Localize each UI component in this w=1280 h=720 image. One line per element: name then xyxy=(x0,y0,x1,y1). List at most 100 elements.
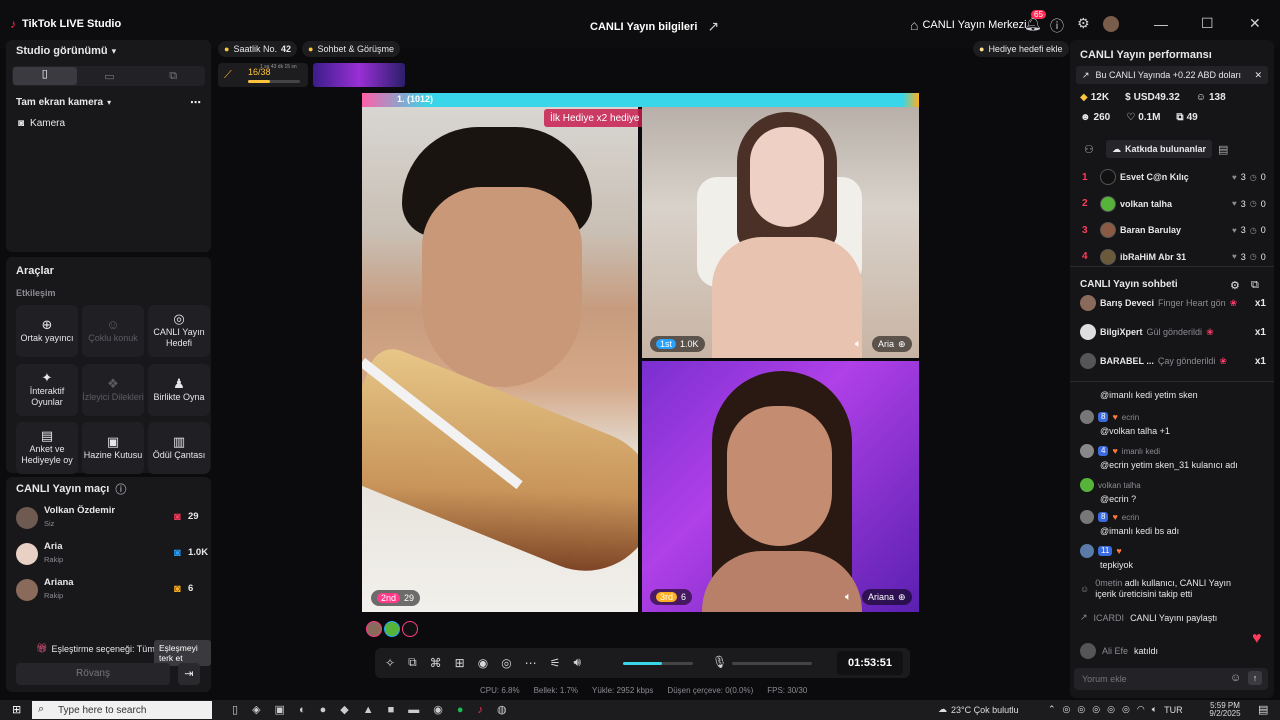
contributors-tab[interactable]: ☁ Katkıda bulunanlar xyxy=(1106,140,1213,158)
effects-icon[interactable]: ✧ xyxy=(385,656,395,670)
contributor-row[interactable]: 2 volkan talha ♥ 3 ◷ 0 xyxy=(1082,195,1268,212)
tray-icon[interactable]: ◎ xyxy=(1077,704,1085,715)
copilot-icon[interactable]: ◈ xyxy=(252,703,260,716)
tool-poll[interactable]: ▤ Anket ve Hediyeyle oy xyxy=(16,422,78,474)
microphone-icon[interactable]: 🎙︎ xyxy=(712,655,727,669)
volume-slider[interactable] xyxy=(623,662,693,665)
tiktok-taskbar-icon[interactable]: ♪ xyxy=(478,704,484,716)
tool-wishes[interactable]: ❖ İzleyici Dilekleri xyxy=(82,364,144,416)
avatar[interactable] xyxy=(384,621,400,637)
notification-bell[interactable]: 🔔︎ 65 xyxy=(1024,10,1046,32)
tool-game[interactable]: ✦ İnteraktif Oyunlar xyxy=(16,364,78,416)
top-viewers[interactable] xyxy=(366,621,418,637)
chevron-down-icon[interactable]: ▾ xyxy=(112,46,117,57)
chevron-down-icon[interactable]: ▾ xyxy=(107,98,111,107)
minimize-icon[interactable]: — xyxy=(1154,16,1168,32)
info-icon[interactable]: ⓘ xyxy=(115,481,126,497)
leave-match-button[interactable]: ⇥ xyxy=(178,663,200,685)
app-icon[interactable]: ▲ xyxy=(363,704,374,716)
wifi-icon[interactable]: ◠ xyxy=(1137,704,1145,715)
taskbar-search[interactable]: ⌕ Type here to search xyxy=(32,701,212,719)
popout-icon[interactable]: ⧉ xyxy=(1251,279,1259,292)
emoji-icon[interactable]: ☺ xyxy=(1230,672,1241,684)
progress-widget[interactable]: ⟋ 16/38 1 sa 43 dk 15 sn xyxy=(218,63,308,87)
add-gift-goal-chip[interactable]: ● Hediye hedefi ekle xyxy=(973,41,1069,57)
screen-capture-icon[interactable]: ⧉ xyxy=(408,655,417,670)
mic-slider[interactable] xyxy=(732,662,812,665)
chrome-icon[interactable]: ◉ xyxy=(433,703,443,716)
camera-toggle-icon[interactable]: ◎ xyxy=(501,656,511,670)
store-icon[interactable]: ▣ xyxy=(275,703,285,716)
add-source-icon[interactable]: ⊞ xyxy=(455,656,465,670)
settings-gear-icon[interactable]: ⚙ xyxy=(1077,15,1090,32)
tool-multi-guest[interactable]: ☺ Çoklu konuk xyxy=(82,305,144,357)
tool-goal[interactable]: ◎ CANLI Yayın Hedefi xyxy=(148,305,210,357)
tool-treasure[interactable]: ▣ Hazine Kutusu xyxy=(82,422,144,474)
ariana-name-pill[interactable]: Ariana ⊕ xyxy=(862,589,912,605)
aria-name-pill[interactable]: Aria ⊕ xyxy=(872,336,912,352)
portrait-view-button[interactable]: ▯ xyxy=(13,67,77,85)
tool-co-host[interactable]: ⊕ Ortak yayıncı xyxy=(16,305,78,357)
contributor-row[interactable]: 4 ibRaHiM Abr 31 ♥ 3 ◷ 0 xyxy=(1082,248,1268,265)
share-icon[interactable]: ↗ xyxy=(707,18,719,35)
more-options-icon[interactable]: ⋯ xyxy=(190,96,201,109)
avatar[interactable] xyxy=(402,621,418,637)
send-icon[interactable]: ↑ xyxy=(1248,671,1262,685)
camera-section-title[interactable]: Tam ekran kamera xyxy=(16,97,103,108)
tray-chevron-icon[interactable]: ⌃ xyxy=(1048,704,1056,715)
volume-icon[interactable]: 🔊︎ xyxy=(573,655,581,670)
folder-icon[interactable]: ▬ xyxy=(408,704,419,716)
more-icon[interactable]: ⋯ xyxy=(525,656,537,670)
app-icon[interactable]: ■ xyxy=(388,704,395,716)
app-icon[interactable]: ◆ xyxy=(340,703,348,716)
add-user-icon[interactable]: ⚇ xyxy=(1084,143,1094,156)
match-player-row[interactable]: Aria Rakip ◙ 1.0K xyxy=(16,539,208,569)
record-icon[interactable]: ◉ xyxy=(478,656,488,670)
rematch-button[interactable]: Rövanş xyxy=(16,663,170,685)
contributor-row[interactable]: 1 Esvet C@n Kılıç ♥ 3 ◷ 0 xyxy=(1082,169,1268,185)
ai-effect-icon[interactable]: ⌘ xyxy=(430,656,442,670)
split-view-button[interactable]: ⧉ xyxy=(141,70,205,83)
tray-icon[interactable]: ◎ xyxy=(1092,704,1100,715)
speaker-icon[interactable]: 🔈︎ xyxy=(855,338,862,351)
pair-option[interactable]: 🎁︎ Eşleştirme seçeneği: Tüm H xyxy=(36,643,164,654)
windows-start-icon[interactable]: ⊞ xyxy=(12,703,21,716)
clock[interactable]: 5:59 PM 9/2/2025 xyxy=(1203,702,1247,718)
contributor-row[interactable]: 3 Baran Barulay ♥ 3 ◷ 0 xyxy=(1082,222,1268,238)
close-icon[interactable]: ✕ xyxy=(1249,15,1261,32)
studio-view-title[interactable]: Studio görünümü xyxy=(16,45,108,57)
edge-icon[interactable]: ◐ xyxy=(299,704,306,716)
maximize-icon[interactable]: ☐ xyxy=(1201,15,1214,32)
live-info-title[interactable]: CANLI Yayın bilgileri xyxy=(590,21,697,33)
tray-icon[interactable]: ◎ xyxy=(1063,704,1071,715)
app-icon[interactable]: ◍ xyxy=(497,703,507,716)
comment-box[interactable]: ☺ ↑ xyxy=(1074,668,1268,690)
live-center-link[interactable]: CANLI Yayın Merkezi xyxy=(922,19,1026,31)
camera-source-item[interactable]: ◙ Kamera xyxy=(18,118,65,129)
close-icon[interactable]: ✕ xyxy=(1254,70,1262,81)
notification-center-icon[interactable]: ▤ xyxy=(1258,703,1268,716)
match-player-row[interactable]: Volkan Özdemir Siz ◙ 29 xyxy=(16,503,206,533)
music-on-stage-banner[interactable] xyxy=(313,63,405,87)
profile-avatar[interactable] xyxy=(1103,16,1119,32)
hourly-rank-chip[interactable]: ● Saatlik No. 42 xyxy=(218,41,297,57)
speaker-icon[interactable]: 🔈︎ xyxy=(845,591,852,604)
tool-reward-bag[interactable]: ▥ Ödül Çantası xyxy=(148,422,210,474)
spotify-icon[interactable]: ● xyxy=(457,704,464,716)
avatar[interactable] xyxy=(366,621,382,637)
tray-icon[interactable]: ◎ xyxy=(1122,704,1130,715)
tool-play-together[interactable]: ♟ Birlikte Oyna xyxy=(148,364,210,416)
help-icon[interactable]: ⓘ xyxy=(1050,16,1064,36)
chat-meet-chip[interactable]: ● Sohbet & Görüşme xyxy=(302,41,400,57)
adjust-icon[interactable]: ⚟ xyxy=(550,656,561,670)
settings-icon[interactable]: ⚙ xyxy=(1230,279,1240,292)
volume-tray-icon[interactable]: 🔈︎ xyxy=(1152,704,1157,715)
app-icon[interactable]: ● xyxy=(320,704,327,716)
list-icon[interactable]: ▤ xyxy=(1218,143,1228,156)
task-view-icon[interactable]: ▯ xyxy=(232,703,238,716)
comment-input[interactable] xyxy=(1082,672,1222,686)
language-indicator[interactable]: TUR xyxy=(1164,705,1183,715)
match-player-row[interactable]: Ariana Rakip ◙ 6 xyxy=(16,575,206,605)
landscape-view-button[interactable]: ▭ xyxy=(78,70,142,83)
tray-icon[interactable]: ◎ xyxy=(1107,704,1115,715)
